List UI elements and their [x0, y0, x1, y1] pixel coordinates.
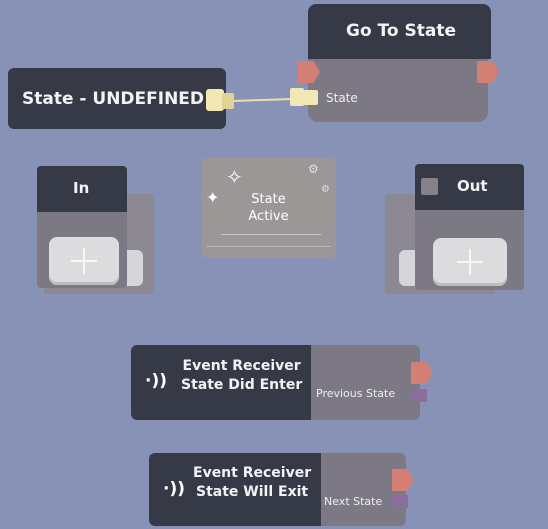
state-active-divider [221, 234, 321, 235]
event-enter-body: Previous State [311, 345, 420, 420]
event-exit-title-line1: Event Receiver [193, 465, 312, 481]
event-enter-header[interactable]: ·)) Event Receiver State Did Enter [131, 345, 311, 420]
previous-state-label: Previous State [316, 387, 396, 400]
next-state-label: Next State [324, 495, 383, 508]
output-connector-plug [222, 93, 234, 109]
state-input-label: State [326, 91, 358, 105]
in-node-title: In [73, 179, 90, 197]
next-state-output-port[interactable] [392, 495, 408, 508]
signal-icon: ·)) [163, 479, 185, 499]
go-to-state-header[interactable]: Go To State [308, 4, 491, 59]
add-output-button[interactable] [433, 238, 507, 286]
event-enter-title-line2: State Did Enter [181, 377, 303, 393]
go-to-state-title: Go To State [346, 21, 456, 41]
event-exit-title: Event Receiver State Will Exit [193, 464, 311, 502]
in-node-header[interactable]: In [37, 166, 127, 212]
event-enter-title-line1: Event Receiver [182, 358, 301, 374]
out-node-side-block [399, 250, 415, 286]
out-node-title: Out [457, 177, 488, 195]
signal-icon: ·)) [145, 371, 167, 391]
state-active-node[interactable]: ✧ ✦ ⚙ ⚙ State Active [201, 158, 336, 258]
out-node-header[interactable]: Out [415, 164, 524, 210]
in-node-side-block [127, 250, 143, 286]
settings-icon: ⚙ [308, 162, 319, 176]
state-active-line1: State [251, 192, 286, 207]
sparkle-icon: ✧ [226, 165, 243, 189]
state-input-socket[interactable] [302, 90, 318, 105]
event-exit-header[interactable]: ·)) Event Receiver State Will Exit [149, 453, 321, 526]
event-enter-title: Event Receiver State Did Enter [181, 357, 302, 395]
out-node-handle[interactable] [421, 178, 438, 195]
state-active-divider-bottom [206, 246, 331, 247]
state-undefined-label: State - UNDEFINED [22, 89, 205, 109]
state-active-line2: Active [248, 209, 289, 224]
add-input-button[interactable] [49, 237, 119, 285]
state-undefined-node[interactable]: State - UNDEFINED [8, 68, 226, 129]
state-active-text: State Active [201, 191, 336, 225]
previous-state-output-port[interactable] [411, 389, 427, 402]
event-exit-title-line2: State Will Exit [196, 484, 309, 500]
